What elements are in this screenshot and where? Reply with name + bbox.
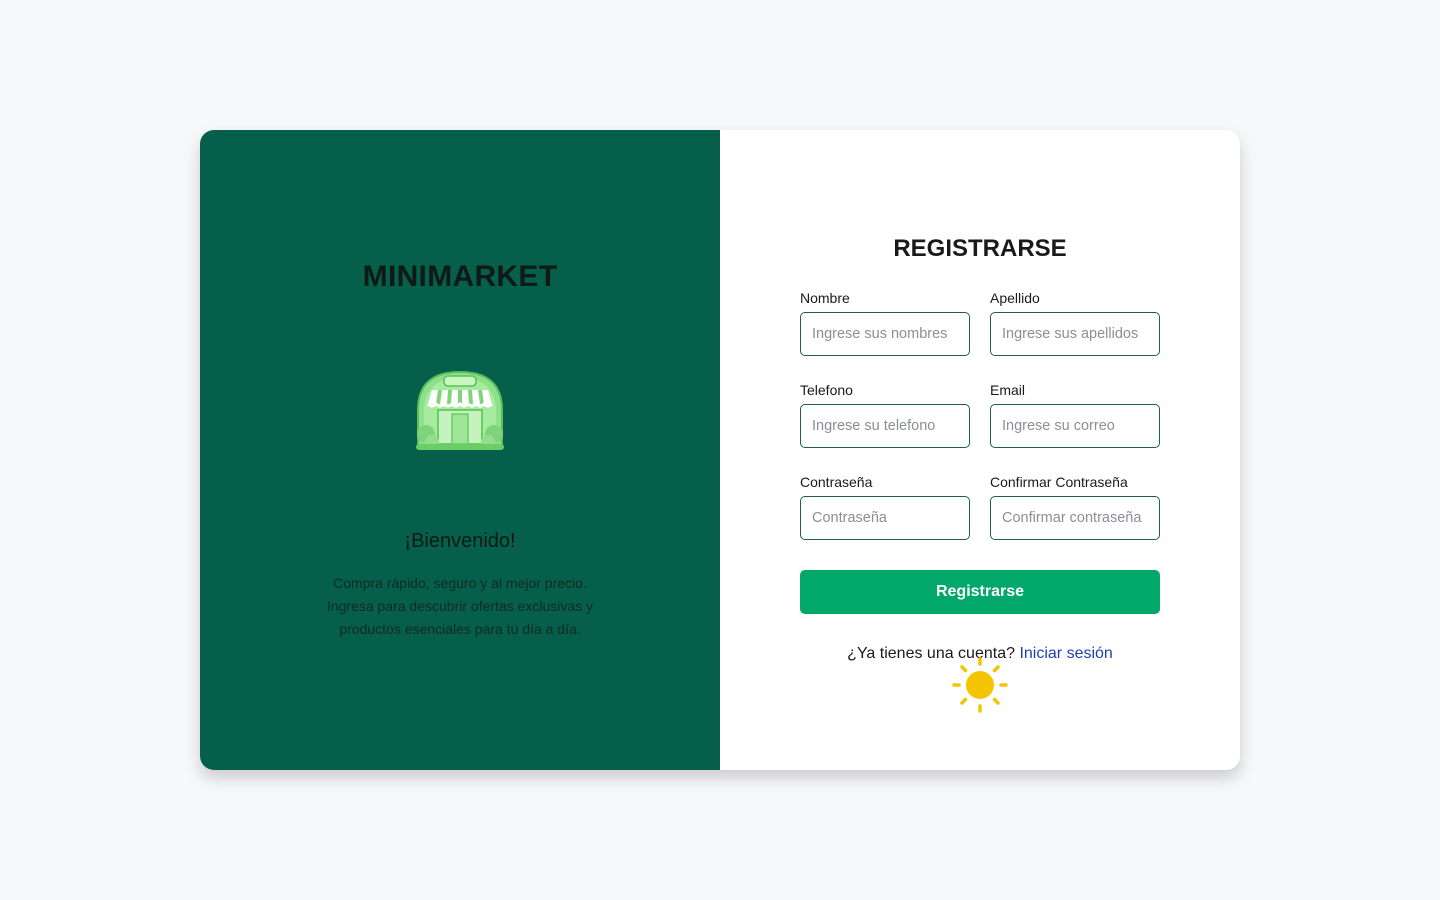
- sun-icon[interactable]: [952, 657, 1008, 713]
- welcome-heading: ¡Bienvenido!: [404, 530, 516, 552]
- store-icon: [416, 370, 504, 450]
- password-field-group: Contraseña: [800, 474, 970, 540]
- apellido-field-group: Apellido: [990, 290, 1160, 356]
- password-input[interactable]: [800, 496, 970, 540]
- telefono-field-group: Telefono: [800, 382, 970, 448]
- confirm-password-field-group: Confirmar Contraseña: [990, 474, 1160, 540]
- register-card: MINIMARKET ¡Bienvenido! Compra rápido, s…: [200, 130, 1240, 770]
- confirm-password-input[interactable]: [990, 496, 1160, 540]
- email-label: Email: [990, 382, 1026, 398]
- nombre-label: Nombre: [800, 290, 850, 306]
- brand-panel: MINIMARKET ¡Bienvenido! Compra rápido, s…: [200, 130, 720, 770]
- login-link[interactable]: Iniciar sesión: [1019, 645, 1112, 662]
- welcome-description: Compra rápido, seguro y al mejor precio.…: [326, 575, 594, 637]
- email-input[interactable]: [990, 404, 1160, 448]
- confirm-password-label: Confirmar Contraseña: [990, 474, 1128, 490]
- nombre-input[interactable]: [800, 312, 970, 356]
- nombre-field-group: Nombre: [800, 290, 970, 356]
- form-title: REGISTRARSE: [893, 235, 1067, 262]
- password-label: Contraseña: [800, 474, 873, 490]
- telefono-label: Telefono: [800, 382, 853, 398]
- register-form-panel: REGISTRARSE Nombre Apellido Telefono Ema…: [720, 130, 1240, 770]
- apellido-label: Apellido: [990, 290, 1040, 306]
- telefono-input[interactable]: [800, 404, 970, 448]
- register-button[interactable]: Registrarse: [800, 570, 1160, 614]
- brand-title: MINIMARKET: [362, 260, 558, 293]
- email-field-group: Email: [990, 382, 1160, 448]
- apellido-input[interactable]: [990, 312, 1160, 356]
